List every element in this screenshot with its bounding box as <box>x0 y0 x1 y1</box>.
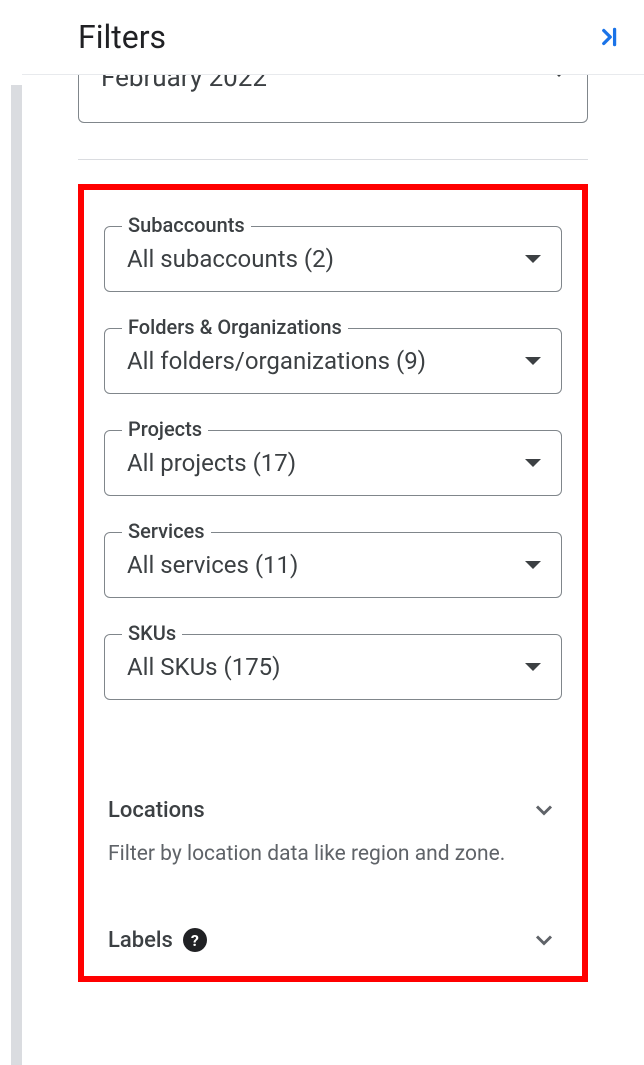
subaccounts-filter: Subaccounts All subaccounts (2) <box>104 226 562 292</box>
locations-section: Locations Filter by location data like r… <box>104 792 562 866</box>
services-label: Services <box>122 519 211 543</box>
collapse-panel-button[interactable] <box>594 24 620 50</box>
chevron-down-icon <box>525 561 541 569</box>
page-title: Filters <box>78 18 166 56</box>
filters-content: February 2022 Subaccounts All subaccount… <box>22 75 644 982</box>
folders-organizations-filter: Folders & Organizations All folders/orga… <box>104 328 562 394</box>
filters-panel: Filters February 2022 Subaccounts All su… <box>22 0 644 1064</box>
labels-title: Labels ? <box>108 928 207 953</box>
divider <box>78 159 588 160</box>
highlighted-filters-group: Subaccounts All subaccounts (2) Folders … <box>78 184 588 982</box>
folders-organizations-value: All folders/organizations (9) <box>127 347 426 375</box>
date-range-select[interactable]: February 2022 <box>78 75 588 123</box>
chevron-down-icon <box>525 357 541 365</box>
subaccounts-label: Subaccounts <box>122 213 251 237</box>
locations-description: Filter by location data like region and … <box>104 842 562 866</box>
skus-value: All SKUs (175) <box>127 653 281 681</box>
collapse-icon <box>594 24 620 50</box>
labels-expand-button[interactable]: Labels ? <box>104 922 562 958</box>
chevron-down-icon <box>551 75 567 77</box>
labels-title-text: Labels <box>108 928 173 953</box>
locations-title: Locations <box>108 798 205 823</box>
skus-filter: SKUs All SKUs (175) <box>104 634 562 700</box>
services-value: All services (11) <box>127 551 298 579</box>
labels-section: Labels ? <box>104 922 562 958</box>
locations-expand-button[interactable]: Locations <box>104 792 562 828</box>
help-icon[interactable]: ? <box>183 928 207 952</box>
folders-organizations-label: Folders & Organizations <box>122 315 348 339</box>
chevron-down-icon <box>525 255 541 263</box>
chevron-down-icon <box>525 663 541 671</box>
filters-header: Filters <box>22 0 644 75</box>
chevron-down-icon <box>530 796 558 824</box>
projects-value: All projects (17) <box>127 449 296 477</box>
chevron-down-icon <box>525 459 541 467</box>
chevron-down-icon <box>530 926 558 954</box>
left-rail <box>0 0 22 1064</box>
projects-label: Projects <box>122 417 208 441</box>
projects-filter: Projects All projects (17) <box>104 430 562 496</box>
services-filter: Services All services (11) <box>104 532 562 598</box>
skus-label: SKUs <box>122 621 182 645</box>
left-rail-scrollbar[interactable] <box>11 85 22 1065</box>
subaccounts-value: All subaccounts (2) <box>127 245 334 273</box>
date-range-value: February 2022 <box>101 75 267 93</box>
